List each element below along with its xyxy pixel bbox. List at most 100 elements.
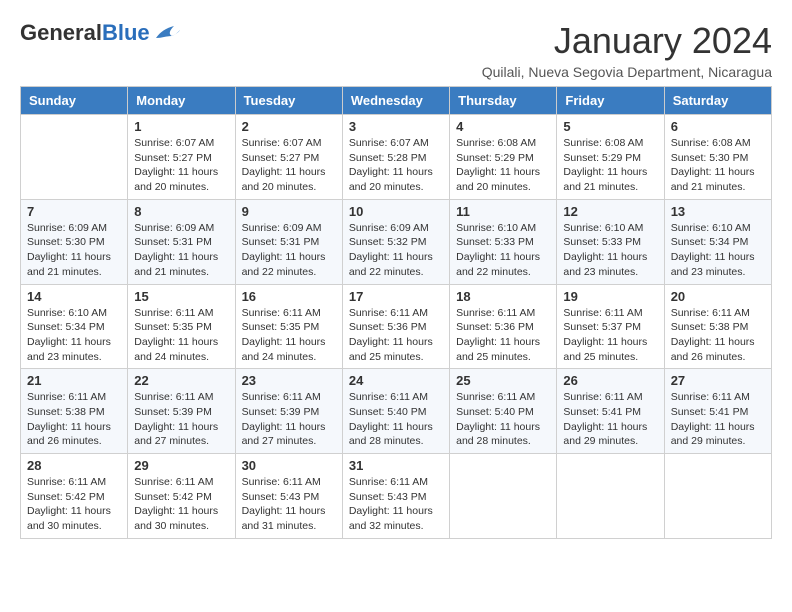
month-title: January 2024	[482, 20, 772, 62]
calendar-cell: 19 Sunrise: 6:11 AM Sunset: 5:37 PM Dayli…	[557, 284, 664, 369]
day-number: 28	[27, 458, 121, 473]
day-number: 21	[27, 373, 121, 388]
day-number: 8	[134, 204, 228, 219]
day-number: 4	[456, 119, 550, 134]
calendar-cell: 23 Sunrise: 6:11 AM Sunset: 5:39 PM Dayli…	[235, 369, 342, 454]
day-number: 13	[671, 204, 765, 219]
day-number: 12	[563, 204, 657, 219]
calendar-cell	[21, 115, 128, 200]
week-row-1: 7Sunrise: 6:09 AM Sunset: 5:30 PM Daylig…	[21, 199, 772, 284]
day-number: 24	[349, 373, 443, 388]
calendar-cell: 4 Sunrise: 6:08 AM Sunset: 5:29 PM Daylig…	[450, 115, 557, 200]
day-info: Sunrise: 6:11 AM Sunset: 5:41 PM Dayligh…	[671, 390, 765, 449]
calendar-cell: 15 Sunrise: 6:11 AM Sunset: 5:35 PM Dayli…	[128, 284, 235, 369]
day-info: Sunrise: 6:08 AM Sunset: 5:30 PM Dayligh…	[671, 136, 765, 195]
calendar-cell: 10 Sunrise: 6:09 AM Sunset: 5:32 PM Dayli…	[342, 199, 449, 284]
day-info: Sunrise: 6:11 AM Sunset: 5:43 PM Dayligh…	[349, 475, 443, 534]
day-number: 2	[242, 119, 336, 134]
day-number: 31	[349, 458, 443, 473]
calendar-cell: 3Sunrise: 6:07 AM Sunset: 5:28 PM Daylig…	[342, 115, 449, 200]
calendar-table: SundayMondayTuesdayWednesdayThursdayFrid…	[20, 86, 772, 539]
day-info: Sunrise: 6:11 AM Sunset: 5:35 PM Dayligh…	[134, 306, 228, 365]
calendar-cell: 12 Sunrise: 6:10 AM Sunset: 5:33 PM Dayli…	[557, 199, 664, 284]
logo-blue-text: Blue	[102, 20, 150, 45]
col-header-thursday: Thursday	[450, 87, 557, 115]
logo-general-text: General	[20, 20, 102, 45]
day-info: Sunrise: 6:07 AM Sunset: 5:27 PM Dayligh…	[242, 136, 336, 195]
day-info: Sunrise: 6:09 AM Sunset: 5:31 PM Dayligh…	[242, 221, 336, 280]
day-number: 30	[242, 458, 336, 473]
day-number: 25	[456, 373, 550, 388]
week-row-2: 14 Sunrise: 6:10 AM Sunset: 5:34 PM Dayli…	[21, 284, 772, 369]
calendar-cell: 27Sunrise: 6:11 AM Sunset: 5:41 PM Dayli…	[664, 369, 771, 454]
day-info: Sunrise: 6:08 AM Sunset: 5:29 PM Dayligh…	[456, 136, 550, 195]
calendar-cell: 31 Sunrise: 6:11 AM Sunset: 5:43 PM Dayli…	[342, 454, 449, 539]
day-number: 7	[27, 204, 121, 219]
day-number: 17	[349, 289, 443, 304]
page-container: GeneralBlue January 2024 Quilali, Nueva …	[20, 20, 772, 539]
day-number: 18	[456, 289, 550, 304]
week-row-3: 21 Sunrise: 6:11 AM Sunset: 5:38 PM Dayli…	[21, 369, 772, 454]
col-header-tuesday: Tuesday	[235, 87, 342, 115]
day-number: 20	[671, 289, 765, 304]
calendar-cell: 18Sunrise: 6:11 AM Sunset: 5:36 PM Dayli…	[450, 284, 557, 369]
calendar-cell	[557, 454, 664, 539]
calendar-header-row: SundayMondayTuesdayWednesdayThursdayFrid…	[21, 87, 772, 115]
day-info: Sunrise: 6:11 AM Sunset: 5:43 PM Dayligh…	[242, 475, 336, 534]
week-row-0: 1Sunrise: 6:07 AM Sunset: 5:27 PM Daylig…	[21, 115, 772, 200]
day-info: Sunrise: 6:11 AM Sunset: 5:39 PM Dayligh…	[134, 390, 228, 449]
day-info: Sunrise: 6:11 AM Sunset: 5:38 PM Dayligh…	[27, 390, 121, 449]
day-number: 16	[242, 289, 336, 304]
day-number: 9	[242, 204, 336, 219]
day-info: Sunrise: 6:11 AM Sunset: 5:36 PM Dayligh…	[349, 306, 443, 365]
day-info: Sunrise: 6:07 AM Sunset: 5:27 PM Dayligh…	[134, 136, 228, 195]
calendar-cell: 21 Sunrise: 6:11 AM Sunset: 5:38 PM Dayli…	[21, 369, 128, 454]
day-number: 14	[27, 289, 121, 304]
day-info: Sunrise: 6:11 AM Sunset: 5:41 PM Dayligh…	[563, 390, 657, 449]
day-number: 19	[563, 289, 657, 304]
calendar-cell: 20 Sunrise: 6:11 AM Sunset: 5:38 PM Dayli…	[664, 284, 771, 369]
logo: GeneralBlue	[20, 20, 180, 46]
day-info: Sunrise: 6:10 AM Sunset: 5:34 PM Dayligh…	[671, 221, 765, 280]
calendar-cell: 2 Sunrise: 6:07 AM Sunset: 5:27 PM Daylig…	[235, 115, 342, 200]
day-info: Sunrise: 6:10 AM Sunset: 5:34 PM Dayligh…	[27, 306, 121, 365]
calendar-cell: 25 Sunrise: 6:11 AM Sunset: 5:40 PM Dayli…	[450, 369, 557, 454]
day-info: Sunrise: 6:10 AM Sunset: 5:33 PM Dayligh…	[563, 221, 657, 280]
col-header-saturday: Saturday	[664, 87, 771, 115]
day-number: 5	[563, 119, 657, 134]
calendar-cell: 29Sunrise: 6:11 AM Sunset: 5:42 PM Dayli…	[128, 454, 235, 539]
day-info: Sunrise: 6:11 AM Sunset: 5:39 PM Dayligh…	[242, 390, 336, 449]
day-info: Sunrise: 6:11 AM Sunset: 5:42 PM Dayligh…	[27, 475, 121, 534]
calendar-cell: 26 Sunrise: 6:11 AM Sunset: 5:41 PM Dayli…	[557, 369, 664, 454]
calendar-cell: 9 Sunrise: 6:09 AM Sunset: 5:31 PM Daylig…	[235, 199, 342, 284]
logo-bird-icon	[152, 24, 180, 42]
calendar-cell: 8Sunrise: 6:09 AM Sunset: 5:31 PM Daylig…	[128, 199, 235, 284]
day-info: Sunrise: 6:10 AM Sunset: 5:33 PM Dayligh…	[456, 221, 550, 280]
day-info: Sunrise: 6:11 AM Sunset: 5:40 PM Dayligh…	[349, 390, 443, 449]
calendar-cell: 24 Sunrise: 6:11 AM Sunset: 5:40 PM Dayli…	[342, 369, 449, 454]
calendar-cell: 14 Sunrise: 6:10 AM Sunset: 5:34 PM Dayli…	[21, 284, 128, 369]
day-number: 11	[456, 204, 550, 219]
calendar-cell: 11 Sunrise: 6:10 AM Sunset: 5:33 PM Dayli…	[450, 199, 557, 284]
day-number: 15	[134, 289, 228, 304]
day-number: 10	[349, 204, 443, 219]
calendar-cell: 28 Sunrise: 6:11 AM Sunset: 5:42 PM Dayli…	[21, 454, 128, 539]
day-number: 29	[134, 458, 228, 473]
calendar-cell: 5Sunrise: 6:08 AM Sunset: 5:29 PM Daylig…	[557, 115, 664, 200]
day-info: Sunrise: 6:11 AM Sunset: 5:40 PM Dayligh…	[456, 390, 550, 449]
calendar-cell: 17 Sunrise: 6:11 AM Sunset: 5:36 PM Dayli…	[342, 284, 449, 369]
day-info: Sunrise: 6:11 AM Sunset: 5:38 PM Dayligh…	[671, 306, 765, 365]
day-info: Sunrise: 6:11 AM Sunset: 5:35 PM Dayligh…	[242, 306, 336, 365]
week-row-4: 28 Sunrise: 6:11 AM Sunset: 5:42 PM Dayli…	[21, 454, 772, 539]
col-header-friday: Friday	[557, 87, 664, 115]
calendar-cell	[664, 454, 771, 539]
calendar-cell	[450, 454, 557, 539]
header: GeneralBlue January 2024 Quilali, Nueva …	[20, 20, 772, 80]
day-number: 22	[134, 373, 228, 388]
day-info: Sunrise: 6:11 AM Sunset: 5:37 PM Dayligh…	[563, 306, 657, 365]
day-info: Sunrise: 6:07 AM Sunset: 5:28 PM Dayligh…	[349, 136, 443, 195]
day-number: 23	[242, 373, 336, 388]
day-info: Sunrise: 6:09 AM Sunset: 5:32 PM Dayligh…	[349, 221, 443, 280]
day-number: 26	[563, 373, 657, 388]
calendar-cell: 13 Sunrise: 6:10 AM Sunset: 5:34 PM Dayli…	[664, 199, 771, 284]
